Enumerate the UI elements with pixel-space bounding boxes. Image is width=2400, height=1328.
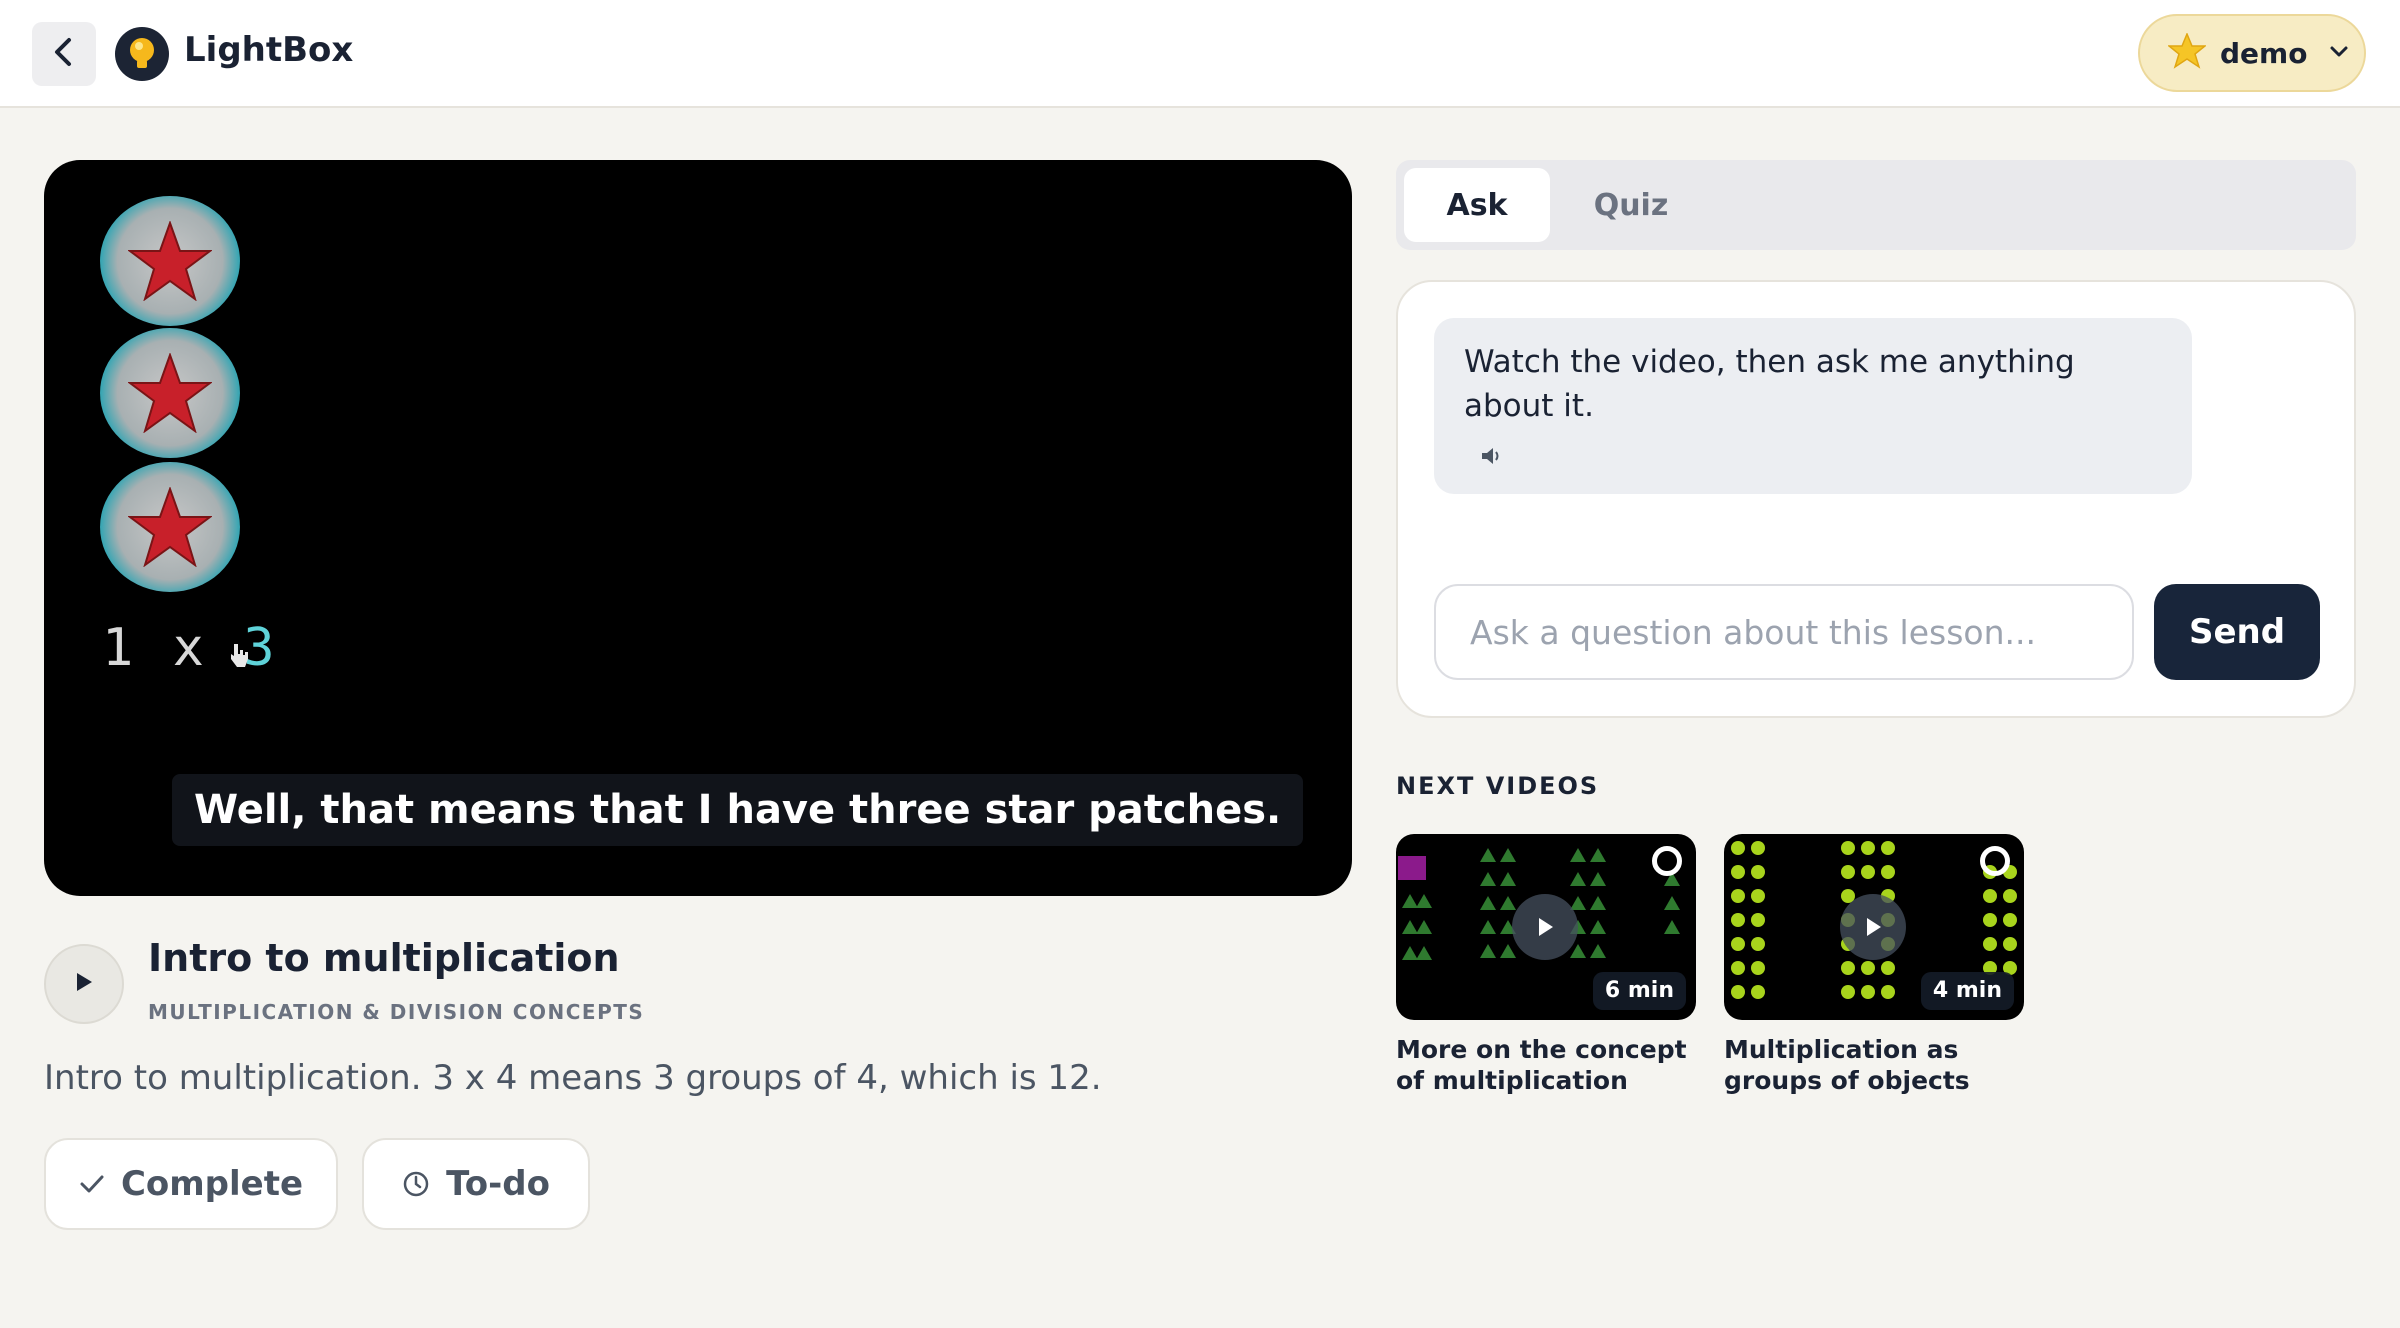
assistant-message-bubble: Watch the video, then ask me anything ab… (1434, 318, 2192, 494)
lightbulb-logo-icon (115, 27, 169, 81)
brand-name[interactable]: LightBox (184, 30, 353, 70)
next-video-title[interactable]: Multiplication as groups of objects (1724, 1034, 2034, 1096)
play-icon (1840, 894, 1906, 960)
assistant-message-text: Watch the video, then ask me anything ab… (1464, 344, 2075, 424)
lesson-category: MULTIPLICATION & DIVISION CONCEPTS (148, 1000, 645, 1024)
tab-quiz[interactable]: Quiz (1556, 168, 1706, 242)
user-name: demo (2220, 36, 2308, 70)
next-videos-heading: NEXT VIDEOS (1396, 772, 1600, 800)
lesson-description: Intro to multiplication. 3 x 4 means 3 g… (44, 1058, 1102, 1098)
star-patch-image (100, 196, 240, 326)
next-video-title[interactable]: More on the concept of multiplication (1396, 1034, 1706, 1096)
ask-question-input[interactable] (1434, 584, 2134, 680)
speaker-icon[interactable] (1480, 446, 1502, 470)
video-caption: Well, that means that I have three star … (172, 774, 1304, 846)
play-icon (1512, 894, 1578, 960)
user-menu-button[interactable]: demo (2138, 14, 2366, 92)
complete-label: Complete (120, 1164, 304, 1204)
next-video-thumbnail[interactable]: 6 min (1396, 834, 1696, 1020)
ask-chat-card: Watch the video, then ask me anything ab… (1396, 280, 2356, 718)
play-button[interactable] (44, 944, 124, 1024)
back-button[interactable] (32, 22, 96, 86)
tab-ask[interactable]: Ask (1404, 168, 1550, 242)
video-duration: 4 min (1920, 972, 2014, 1010)
top-bar: LightBox demo (0, 0, 2400, 108)
video-formula: 1 x 3 (102, 618, 279, 678)
clock-icon (402, 1170, 430, 1198)
star-patch-image (100, 462, 240, 592)
play-icon (74, 971, 94, 997)
video-player[interactable]: 1 x 3 Well, that means that I have three… (44, 160, 1352, 896)
todo-label: To-do (446, 1164, 550, 1204)
complete-button[interactable]: Complete (44, 1138, 338, 1230)
star-patch-image (100, 328, 240, 458)
hand-cursor-icon (228, 642, 250, 672)
chevron-left-icon (51, 37, 77, 71)
progress-ring-icon (1980, 846, 2010, 876)
video-duration: 6 min (1592, 972, 1686, 1010)
send-button[interactable]: Send (2154, 584, 2320, 680)
progress-ring-icon (1652, 846, 1682, 876)
todo-button[interactable]: To-do (362, 1138, 590, 1230)
panel-tabs: Ask Quiz (1396, 160, 2356, 250)
star-icon (2166, 32, 2208, 73)
next-video-thumbnail[interactable]: 4 min (1724, 834, 2024, 1020)
chevron-down-icon (2329, 44, 2349, 63)
check-icon (79, 1173, 105, 1195)
lesson-title: Intro to multiplication (148, 936, 620, 980)
